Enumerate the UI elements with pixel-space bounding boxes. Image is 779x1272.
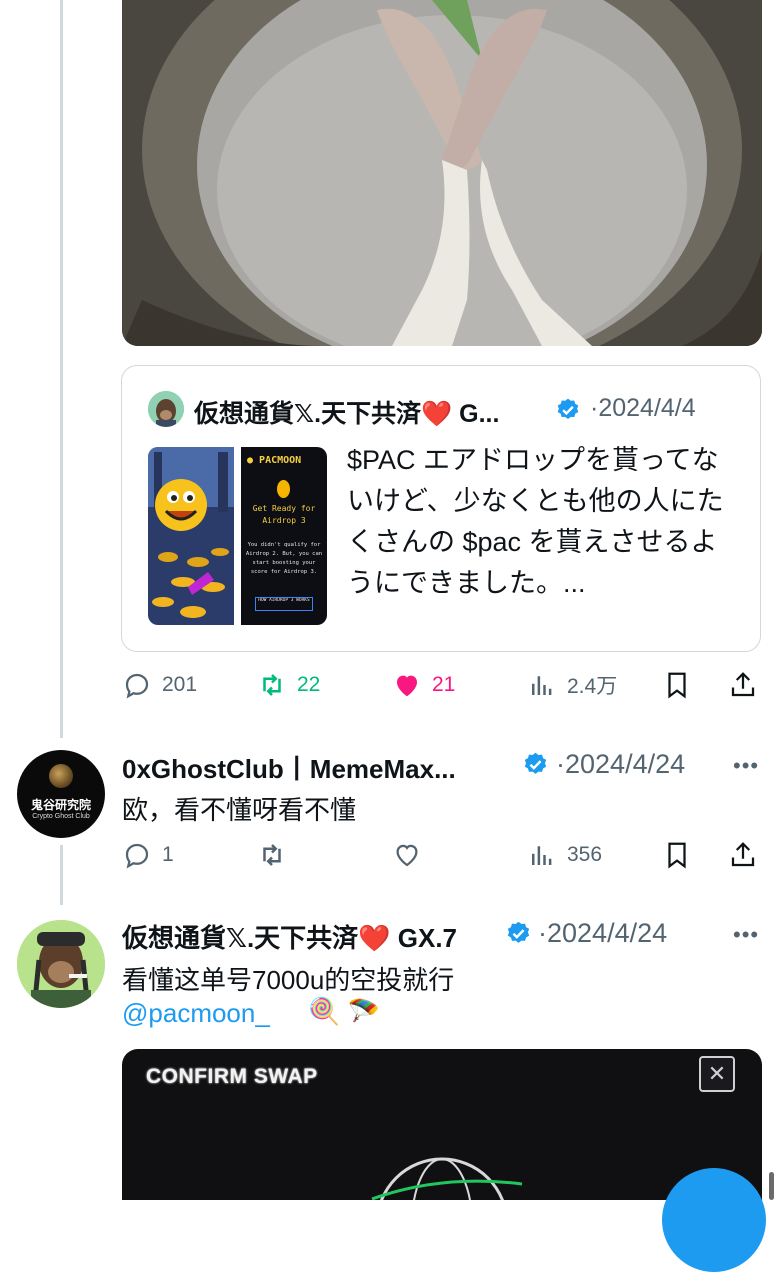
- card-button: HOW AIRDROP 3 WORKS: [255, 597, 313, 611]
- avatar-subtitle: Crypto Ghost Club: [32, 813, 90, 820]
- retweet-button[interactable]: [257, 835, 287, 875]
- bookmark-button[interactable]: [662, 835, 692, 875]
- card-body: You didn't qualify for Airdrop 2. But, y…: [245, 542, 323, 575]
- more-options-icon[interactable]: •••: [733, 922, 759, 948]
- views-button[interactable]: 356: [527, 835, 602, 875]
- like-button[interactable]: 21: [392, 665, 455, 705]
- bookmark-icon: [668, 842, 686, 869]
- retweet-icon: [263, 844, 281, 866]
- coin-icon: [277, 480, 290, 498]
- share-icon: [731, 842, 755, 867]
- quoted-timestamp[interactable]: ·2024/4/4: [590, 394, 696, 423]
- tweet-text: 欧，看不懂呀看不懂: [122, 795, 357, 825]
- like-count: 21: [432, 673, 456, 696]
- reply-icon: [125, 673, 149, 699]
- share-button[interactable]: [728, 835, 758, 875]
- views-chart-icon: [532, 846, 552, 865]
- tweet-text: 看懂这单号7000u的空投就行: [122, 965, 455, 995]
- views-chart-icon: [532, 676, 552, 695]
- avatar[interactable]: [17, 920, 105, 1008]
- pacman-coins-illustration: [148, 447, 234, 625]
- author-name[interactable]: 0xGhostClub丨MemeMax...: [122, 749, 456, 786]
- tweet-image[interactable]: [122, 0, 762, 346]
- timestamp[interactable]: ·2024/4/24: [556, 749, 685, 780]
- retweet-button[interactable]: 22: [257, 665, 320, 705]
- reply-count: 1: [162, 843, 174, 866]
- retweet-icon: [263, 674, 281, 696]
- thread-line: [60, 0, 63, 738]
- quoted-image-pacman[interactable]: [148, 447, 234, 625]
- scrollbar[interactable]: [769, 1172, 774, 1200]
- compose-button[interactable]: [662, 1168, 766, 1272]
- heart-filled-icon: [397, 675, 417, 697]
- tweet-actions: 201 22 21 2.4万: [122, 665, 762, 705]
- bookmark-button[interactable]: [662, 665, 692, 705]
- photo-illustration: [122, 0, 762, 346]
- ape-avatar-icon: [148, 391, 184, 427]
- mention-link[interactable]: @pacmoon_: [122, 998, 270, 1029]
- more-options-icon[interactable]: •••: [733, 753, 759, 779]
- verified-badge-icon: [507, 921, 530, 943]
- avatar-title: 鬼谷研究院: [30, 798, 91, 812]
- avatar[interactable]: [148, 391, 184, 427]
- reply-button[interactable]: 1: [122, 835, 174, 875]
- confirm-swap-title: CONFIRM SWAP: [146, 1065, 318, 1088]
- retweet-count: 22: [297, 673, 321, 696]
- share-button[interactable]: [728, 665, 758, 705]
- pacmoon-logo: ● PACMOON: [247, 455, 302, 466]
- thread-line: [60, 845, 63, 905]
- views-button[interactable]: 2.4万: [527, 665, 617, 705]
- author-name[interactable]: 仮想通貨𝕏.天下共済❤️ GX.7: [122, 918, 457, 955]
- bookmark-icon: [668, 672, 686, 699]
- tweet-emojis: 🍭 🪂: [308, 996, 380, 1026]
- reply-button[interactable]: 201: [122, 665, 197, 705]
- ghost-logo-icon: [49, 764, 73, 788]
- view-count: 356: [567, 843, 603, 866]
- tweet-actions: 1 356: [122, 835, 762, 875]
- tweet-image[interactable]: CONFIRM SWAP ✕: [122, 1049, 762, 1200]
- verified-badge-icon: [557, 398, 579, 419]
- like-button[interactable]: [392, 835, 422, 875]
- heart-outline-icon: [396, 844, 418, 867]
- timestamp[interactable]: ·2024/4/24: [538, 918, 667, 949]
- ape-avatar-icon: [17, 920, 105, 1008]
- quoted-image-airdrop-card[interactable]: ● PACMOON Get Ready for Airdrop 3 You di…: [241, 447, 327, 625]
- card-heading: Get Ready for Airdrop 3: [252, 504, 316, 525]
- avatar[interactable]: 鬼谷研究院 Crypto Ghost Club: [17, 750, 105, 838]
- quoted-author-name[interactable]: 仮想通貨𝕏.天下共済❤️ G...: [194, 394, 499, 430]
- close-icon: ✕: [699, 1056, 735, 1092]
- reply-count: 201: [162, 673, 198, 696]
- share-icon: [731, 672, 755, 697]
- quoted-tweet[interactable]: 仮想通貨𝕏.天下共済❤️ G... ·2024/4/4 ● PACMOON Ge…: [121, 365, 761, 652]
- verified-badge-icon: [524, 752, 547, 774]
- view-count: 2.4万: [567, 675, 618, 698]
- quoted-tweet-text: $PAC エアドロップを貰ってないけど、少なくとも他の人にたくさんの $pac …: [347, 445, 724, 598]
- reply-icon: [125, 843, 149, 869]
